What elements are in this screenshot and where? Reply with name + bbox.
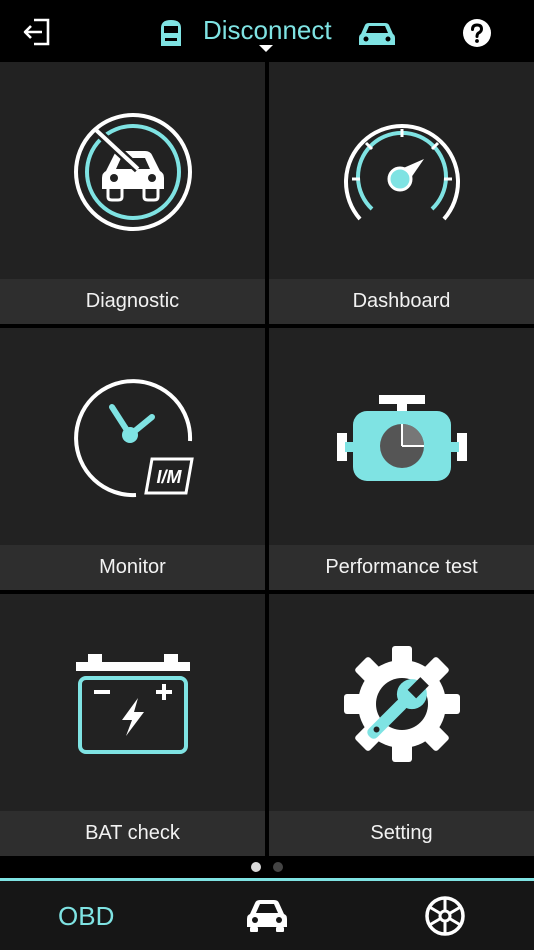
tab-obd[interactable]: OBD xyxy=(58,901,114,932)
gear-wrench-icon xyxy=(343,646,460,762)
im-monitor-clock-icon: I/M xyxy=(73,379,194,498)
top-bar: Disconnect xyxy=(0,0,534,62)
tile-setting[interactable]: Setting xyxy=(269,594,534,856)
help-circle-icon[interactable] xyxy=(462,18,492,48)
tile-label: Diagnostic xyxy=(0,279,265,324)
tile-diagnostic[interactable]: Diagnostic xyxy=(0,62,265,324)
connection-status[interactable]: Disconnect xyxy=(155,12,400,54)
tile-label: Performance test xyxy=(269,545,534,590)
bottom-tab-bar: OBD xyxy=(0,878,534,950)
tile-performance-test[interactable]: Performance test xyxy=(269,328,534,590)
page-indicator[interactable] xyxy=(0,856,534,878)
battery-icon xyxy=(75,654,190,754)
tile-label: BAT check xyxy=(0,811,265,856)
connection-status-label: Disconnect xyxy=(203,15,332,45)
tile-label: Monitor xyxy=(0,545,265,590)
tile-label: Setting xyxy=(269,811,534,856)
tile-monitor[interactable]: I/M Monitor xyxy=(0,328,265,590)
diagnostic-car-icon xyxy=(73,113,192,231)
car-front-icon xyxy=(359,23,395,45)
svg-text:I/M: I/M xyxy=(156,467,182,487)
feature-grid: Diagnostic Dashboard I/M Monitor Perform… xyxy=(0,62,534,856)
steering-wheel-icon[interactable] xyxy=(424,895,466,937)
tile-bat-check[interactable]: BAT check xyxy=(0,594,265,856)
tile-dashboard[interactable]: Dashboard xyxy=(269,62,534,324)
obd-connector-icon xyxy=(161,20,181,46)
speedometer-icon xyxy=(343,123,460,221)
page-dot[interactable] xyxy=(273,862,283,872)
dropdown-caret-icon xyxy=(259,45,273,52)
exit-arrow-icon[interactable] xyxy=(20,16,52,48)
page-dot-active[interactable] xyxy=(251,862,261,872)
engine-pie-icon xyxy=(336,395,467,481)
tile-label: Dashboard xyxy=(269,279,534,324)
car-icon[interactable] xyxy=(245,897,289,933)
